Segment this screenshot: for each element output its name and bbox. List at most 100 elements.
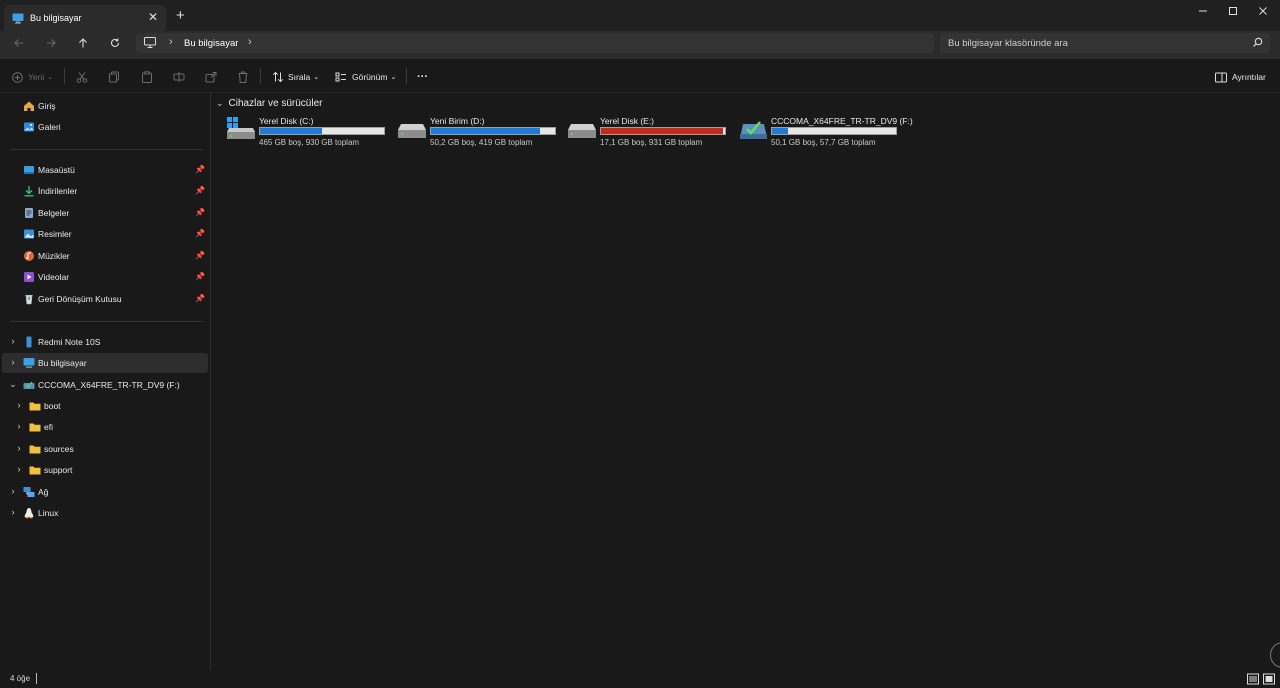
arrow-right-icon[interactable] [43,35,59,51]
chevron-down-icon: ⌄ [47,74,54,81]
pin-icon[interactable]: 📌 [195,186,205,195]
folder-icon [29,423,41,432]
sort-icon [272,71,284,83]
sidebar-item-muzikler[interactable]: Müzikler 📌 [2,246,208,266]
chevron-right-icon[interactable]: › [14,400,24,410]
pin-icon[interactable]: 📌 [195,165,205,174]
sidebar-item-linux[interactable]: › Linux [2,503,208,523]
drive-item-e[interactable]: Yerel Disk (E:) 17,1 GB boş, 931 GB topl… [565,114,737,148]
chevron-right-icon[interactable]: › [14,421,24,431]
drive-item-d[interactable]: Yeni Birim (D:) 50,2 GB boş, 419 GB topl… [395,114,567,148]
chevron-right-icon[interactable]: › [8,336,18,346]
new-button[interactable]: Yeni ⌄ [12,70,53,84]
sidebar-item-indirilenler[interactable]: İndirilenler 📌 [2,181,208,201]
sidebar-item-label: Müzikler [38,251,70,261]
sidebar-item-label: CCCOMA_X64FRE_TR-TR_DV9 (F:) [38,380,180,390]
arrow-up-icon[interactable] [75,35,91,51]
sort-button[interactable]: Sırala ⌄ [272,70,319,84]
close-icon[interactable] [1248,4,1278,18]
details-button[interactable]: Ayrıntılar [1215,70,1266,84]
pin-icon[interactable]: 📌 [195,272,205,281]
minimize-icon[interactable] [1188,4,1218,18]
chevron-down-icon[interactable]: ⌄ [8,379,18,390]
search-input[interactable]: Bu bilgisayar klasöründe ara [940,33,1270,53]
large-icons-view-icon[interactable] [1263,673,1275,685]
pin-icon[interactable]: 📌 [195,251,205,260]
delete-icon[interactable] [237,70,249,84]
sidebar-item-bu-bilgisayar[interactable]: › Bu bilgisayar [2,353,208,373]
sidebar-item-support[interactable]: › support [2,460,208,480]
sidebar-item-label: İndirilenler [38,186,78,196]
paste-icon[interactable] [141,70,153,84]
refresh-icon[interactable] [107,35,123,51]
sidebar-item-ag[interactable]: › Ağ [2,482,208,502]
sidebar-item-masaustu[interactable]: Masaüstü 📌 [2,160,208,180]
sidebar-item-sources[interactable]: › sources [2,439,208,459]
plus-circle-icon [12,71,23,83]
status-bar: 4 öğe [0,670,1280,688]
maximize-icon[interactable] [1218,4,1248,18]
dvd-drive-icon [23,381,35,389]
sidebar-item-redmi-note-10s[interactable]: › Redmi Note 10S [2,332,208,352]
pin-icon[interactable]: 📌 [195,208,205,217]
drive-usage-fill [260,128,322,134]
details-label: Ayrıntılar [1232,72,1266,82]
chevron-right-icon[interactable]: › [8,486,18,496]
chevron-right-icon[interactable]: › [248,36,252,48]
drive-item-c[interactable]: Yerel Disk (C:) 465 GB boş, 930 GB topla… [224,114,396,148]
chevron-right-icon[interactable]: › [8,357,18,367]
sidebar-item-label: Videolar [38,272,70,282]
sidebar-item-videolar[interactable]: Videolar 📌 [2,267,208,287]
address-bar[interactable]: › Bu bilgisayar › [136,33,934,53]
arrow-left-icon[interactable] [11,35,27,51]
sidebar-item-label: Masaüstü [38,165,75,175]
drive-item-f[interactable]: CCCOMA_X64FRE_TR-TR_DV9 (F:) 50,1 GB boş… [736,114,913,148]
breadcrumb-bu-bilgisayar[interactable]: Bu bilgisayar [184,38,238,49]
chevron-right-icon[interactable]: › [14,443,24,453]
sidebar-item-label: Geri Dönüşüm Kutusu [38,294,122,304]
divider [10,149,203,150]
pin-icon[interactable]: 📌 [195,294,205,303]
more-options-button[interactable]: ··· [417,70,428,84]
cut-icon[interactable] [76,70,88,84]
rename-icon[interactable] [173,70,185,84]
sidebar-item-galeri[interactable]: Galeri [2,117,208,137]
chevron-down-icon: ⌄ [216,98,224,108]
chevron-right-icon[interactable]: › [8,507,18,517]
drive-usage-bar [771,127,897,135]
sort-label: Sırala [288,72,311,82]
sidebar-item-label: boot [44,401,61,411]
drive-usage-bar [430,127,556,135]
new-tab-button[interactable]: + [176,7,185,24]
search-icon[interactable] [1252,37,1263,50]
sidebar-item-geri-donusum-kutusu[interactable]: Geri Dönüşüm Kutusu 📌 [2,289,208,309]
pin-icon[interactable]: 📌 [195,229,205,238]
view-button[interactable]: Görünüm ⌄ [335,70,396,84]
sidebar-item-resimler[interactable]: Resimler 📌 [2,224,208,244]
group-header[interactable]: ⌄ Cihazlar ve sürücüler [216,98,322,109]
home-icon [24,101,34,111]
drive-name: Yerel Disk (C:) [259,116,314,126]
divider [64,68,65,84]
sidebar-item-label: sources [44,444,74,454]
tab-bu-bilgisayar[interactable]: Bu bilgisayar ✕ [4,5,166,31]
chevron-right-icon[interactable]: › [169,36,173,48]
close-tab-icon[interactable]: ✕ [148,10,158,24]
drive-name: Yeni Birim (D:) [430,116,485,126]
navigation-pane: Giriş Galeri Masaüstü 📌 İndirilenler 📌 B… [0,92,210,670]
tab-title: Bu bilgisayar [30,13,82,23]
sidebar-item-giris[interactable]: Giriş [2,96,208,116]
sidebar-item-cccoma-drive[interactable]: ⌄ CCCOMA_X64FRE_TR-TR_DV9 (F:) [2,375,208,395]
sidebar-item-belgeler[interactable]: Belgeler 📌 [2,203,208,223]
share-icon[interactable] [205,70,217,84]
item-count: 4 öğe [10,674,31,683]
gallery-icon [24,122,34,132]
sidebar-item-efi[interactable]: › efi [2,417,208,437]
hard-drive-icon [568,124,596,138]
copy-icon[interactable] [108,70,120,84]
details-view-icon[interactable] [1247,673,1259,685]
sidebar-item-boot[interactable]: › boot [2,396,208,416]
monitor-icon [23,358,35,368]
recycle-bin-icon [25,295,33,305]
chevron-right-icon[interactable]: › [14,464,24,474]
